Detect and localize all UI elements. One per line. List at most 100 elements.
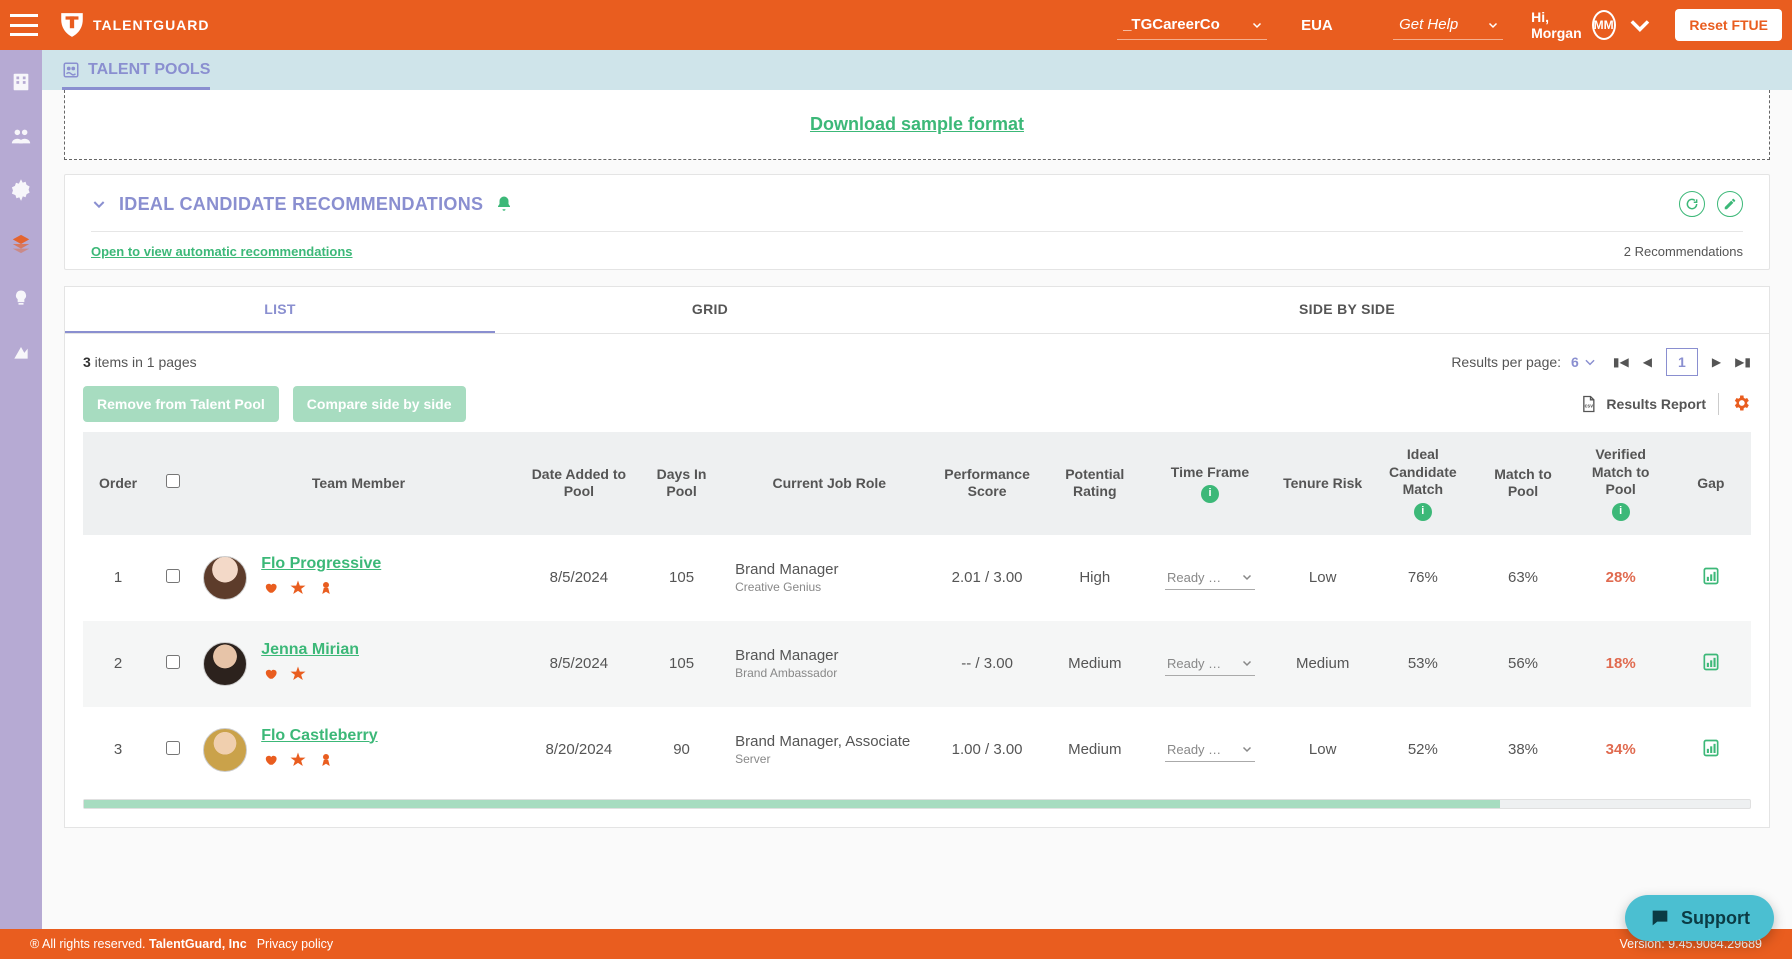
top-bar: TALENTGUARD _TGCareerCo EUA Get Help Hi,… bbox=[0, 0, 1792, 50]
badge-icon bbox=[289, 665, 307, 687]
col-ideal[interactable]: Ideal Candidate Matchi bbox=[1370, 432, 1475, 535]
nav-talent-pools-icon[interactable] bbox=[9, 232, 33, 256]
col-gap[interactable]: Gap bbox=[1671, 432, 1751, 535]
col-select[interactable] bbox=[153, 432, 193, 535]
support-button[interactable]: Support bbox=[1625, 895, 1774, 941]
chevron-down-icon bbox=[1251, 19, 1263, 31]
cell-potential: High bbox=[1045, 535, 1145, 621]
csv-icon: csv bbox=[1578, 394, 1598, 414]
bell-icon[interactable] bbox=[495, 195, 513, 213]
page-prev-button[interactable]: ◀ bbox=[1643, 355, 1652, 369]
recommendations-panel: IDEAL CANDIDATE RECOMMENDATIONS Open to … bbox=[64, 174, 1770, 270]
remove-from-pool-button[interactable]: Remove from Talent Pool bbox=[83, 386, 279, 422]
timeframe-select[interactable]: Ready … bbox=[1165, 566, 1255, 590]
col-role[interactable]: Current Job Role bbox=[729, 432, 929, 535]
cell-role: Brand ManagerBrand Ambassador bbox=[729, 621, 929, 707]
cell-days: 105 bbox=[634, 535, 729, 621]
cell-team-member: Flo Castleberry bbox=[193, 707, 524, 793]
timeframe-select[interactable]: Ready … bbox=[1165, 738, 1255, 762]
page-next-button[interactable]: ▶ bbox=[1712, 355, 1721, 369]
brand-logo[interactable]: TALENTGUARD bbox=[59, 11, 210, 39]
select-all-checkbox[interactable] bbox=[166, 474, 180, 488]
gap-report-button[interactable] bbox=[1701, 573, 1721, 590]
col-perf[interactable]: Performance Score bbox=[929, 432, 1044, 535]
cell-potential: Medium bbox=[1045, 707, 1145, 793]
col-days[interactable]: Days In Pool bbox=[634, 432, 729, 535]
edit-button[interactable] bbox=[1717, 191, 1743, 217]
breadcrumb[interactable]: TALENT POOLS bbox=[62, 61, 210, 90]
cell-verified: 18% bbox=[1571, 621, 1671, 707]
info-icon[interactable]: i bbox=[1414, 503, 1432, 521]
badge-icon bbox=[261, 579, 279, 601]
cell-tenure: Medium bbox=[1275, 621, 1370, 707]
reset-ftue-button[interactable]: Reset FTUE bbox=[1675, 9, 1782, 41]
copyright-text: ® All rights reserved. TalentGuard, Inc bbox=[30, 937, 247, 951]
avatar[interactable] bbox=[203, 642, 247, 686]
member-link[interactable]: Jenna Mirian bbox=[261, 641, 359, 658]
member-link[interactable]: Flo Progressive bbox=[261, 555, 381, 572]
nav-org-icon[interactable] bbox=[9, 70, 33, 94]
page-first-button[interactable]: ▮◀ bbox=[1613, 355, 1629, 369]
gap-report-button[interactable] bbox=[1701, 745, 1721, 762]
open-recommendations-link[interactable]: Open to view automatic recommendations bbox=[91, 244, 353, 259]
cell-timeframe: Ready … bbox=[1145, 621, 1275, 707]
cell-days: 90 bbox=[634, 707, 729, 793]
nav-people-icon[interactable] bbox=[9, 124, 33, 148]
tab-side-by-side[interactable]: SIDE BY SIDE bbox=[925, 287, 1769, 333]
recommendations-title: IDEAL CANDIDATE RECOMMENDATIONS bbox=[119, 194, 483, 215]
cell-ideal: 76% bbox=[1370, 535, 1475, 621]
cell-match: 38% bbox=[1475, 707, 1570, 793]
page-number[interactable]: 1 bbox=[1666, 348, 1698, 376]
col-tenure[interactable]: Tenure Risk bbox=[1275, 432, 1370, 535]
col-verified[interactable]: Verified Match to Pooli bbox=[1571, 432, 1671, 535]
member-link[interactable]: Flo Castleberry bbox=[261, 727, 377, 744]
upload-drop-zone[interactable]: Download sample format bbox=[64, 90, 1770, 160]
tenant-select[interactable]: _TGCareerCo bbox=[1117, 10, 1267, 40]
cell-perf: -- / 3.00 bbox=[929, 621, 1044, 707]
row-checkbox[interactable] bbox=[166, 741, 180, 755]
help-select[interactable]: Get Help bbox=[1393, 10, 1503, 40]
region-select[interactable]: EUA bbox=[1295, 11, 1365, 40]
col-match-pool[interactable]: Match to Pool bbox=[1475, 432, 1570, 535]
col-team-member[interactable]: Team Member bbox=[193, 432, 524, 535]
cell-perf: 1.00 / 3.00 bbox=[929, 707, 1044, 793]
avatar[interactable] bbox=[203, 556, 247, 600]
nav-settings-icon[interactable] bbox=[9, 178, 33, 202]
list-panel: 3 items in 1 pages Results per page: 6 ▮… bbox=[64, 333, 1770, 828]
recommendations-count: 2 Recommendations bbox=[1624, 244, 1743, 259]
cell-perf: 2.01 / 3.00 bbox=[929, 535, 1044, 621]
menu-toggle-button[interactable] bbox=[10, 14, 38, 36]
horizontal-scrollbar[interactable] bbox=[83, 799, 1751, 809]
row-checkbox[interactable] bbox=[166, 569, 180, 583]
tab-grid[interactable]: GRID bbox=[495, 287, 925, 333]
avatar[interactable] bbox=[203, 728, 247, 772]
tab-list[interactable]: LIST bbox=[65, 287, 495, 333]
nav-ideas-icon[interactable] bbox=[9, 286, 33, 310]
cell-select bbox=[153, 621, 193, 707]
results-per-page[interactable]: Results per page: 6 bbox=[1451, 354, 1597, 370]
cell-role: Brand Manager, AssociateServer bbox=[729, 707, 929, 793]
row-checkbox[interactable] bbox=[166, 655, 180, 669]
user-menu[interactable]: Hi, Morgan MM bbox=[1531, 9, 1653, 41]
table-row: 2Jenna Mirian8/5/2024105Brand ManagerBra… bbox=[83, 621, 1751, 707]
page-container: TALENT POOLS Download sample format IDEA… bbox=[42, 50, 1792, 929]
refresh-button[interactable] bbox=[1679, 191, 1705, 217]
col-potential[interactable]: Potential Rating bbox=[1045, 432, 1145, 535]
results-report-button[interactable]: csv Results Report bbox=[1578, 394, 1706, 414]
timeframe-select[interactable]: Ready … bbox=[1165, 652, 1255, 676]
privacy-link[interactable]: Privacy policy bbox=[257, 937, 333, 951]
badge-icon bbox=[261, 665, 279, 687]
download-sample-link[interactable]: Download sample format bbox=[810, 114, 1024, 135]
compare-side-by-side-button[interactable]: Compare side by side bbox=[293, 386, 466, 422]
nav-reports-icon[interactable] bbox=[9, 340, 33, 364]
chevron-down-icon[interactable] bbox=[91, 196, 107, 212]
info-icon[interactable]: i bbox=[1201, 485, 1219, 503]
col-timeframe[interactable]: Time Framei bbox=[1145, 432, 1275, 535]
table-row: 3Flo Castleberry8/20/202490Brand Manager… bbox=[83, 707, 1751, 793]
info-icon[interactable]: i bbox=[1612, 503, 1630, 521]
page-last-button[interactable]: ▶▮ bbox=[1735, 355, 1751, 369]
gap-report-button[interactable] bbox=[1701, 659, 1721, 676]
col-date-added[interactable]: Date Added to Pool bbox=[524, 432, 634, 535]
table-settings-button[interactable] bbox=[1731, 393, 1751, 416]
col-order[interactable]: Order bbox=[83, 432, 153, 535]
